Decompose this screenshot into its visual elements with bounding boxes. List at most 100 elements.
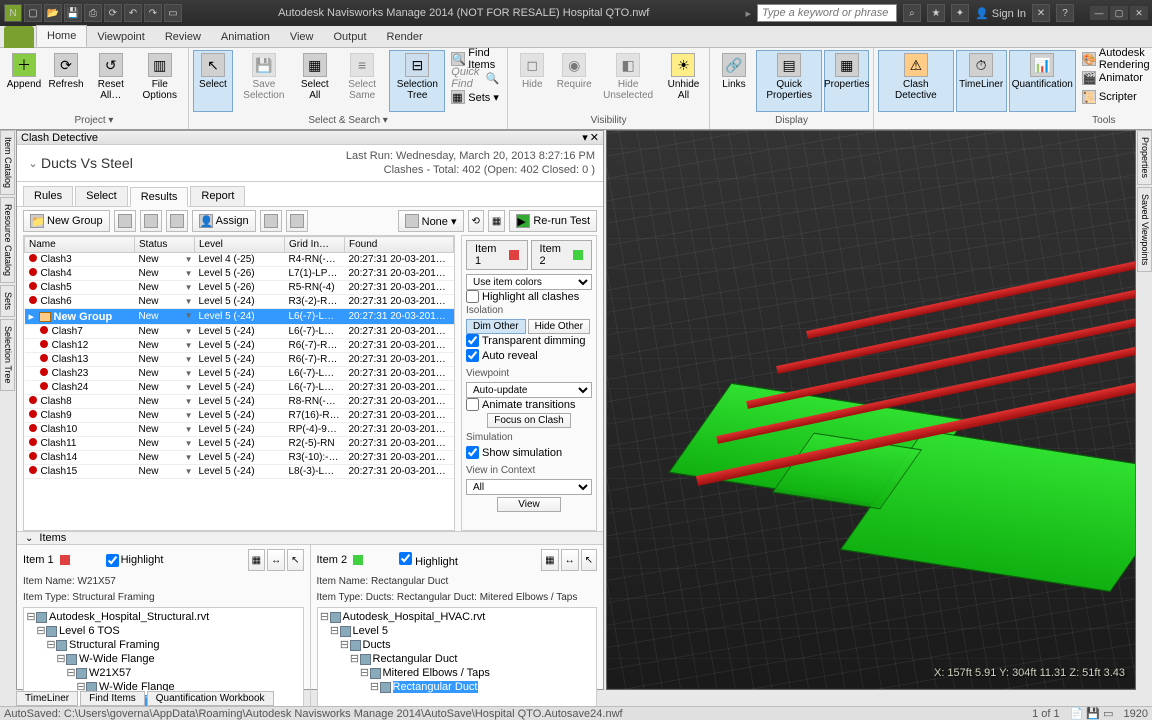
rerun-test-button[interactable]: ▶Re-run Test — [509, 210, 597, 232]
table-row[interactable]: Clash9New▼Level 5 (-24)R7(16)-R…20:27:31… — [25, 409, 454, 423]
selection-tree-button[interactable]: ⊟Selection Tree — [389, 50, 445, 112]
group-btn-1[interactable] — [114, 210, 136, 232]
table-row[interactable]: Clash14New▼Level 5 (-24)R3(-10):-…20:27:… — [25, 451, 454, 465]
group-btn-2[interactable] — [140, 210, 162, 232]
group-btn-3[interactable] — [166, 210, 188, 232]
quick-find-input[interactable]: Quick Find🔍 — [447, 69, 503, 87]
timeliner-button[interactable]: ⏱TimeLiner — [956, 50, 1007, 112]
app-menu-icon[interactable]: N — [4, 4, 22, 22]
panel-close-icon[interactable]: ✕ — [590, 131, 599, 144]
tab-animation[interactable]: Animation — [211, 27, 280, 47]
item1-highlight-checkbox[interactable] — [106, 554, 119, 567]
dock-sets[interactable]: Sets — [0, 285, 15, 317]
dock-selection-tree[interactable]: Selection Tree — [0, 319, 15, 391]
transparent-checkbox[interactable] — [466, 334, 479, 347]
filter-btn-2[interactable] — [286, 210, 308, 232]
tree-node[interactable]: ⊟Level 5 — [320, 624, 595, 638]
require-button[interactable]: ◉Require — [554, 50, 594, 112]
hide-other-button[interactable]: Hide Other — [528, 319, 590, 334]
tab-report[interactable]: Report — [190, 186, 245, 206]
hide-button[interactable]: ◻Hide — [512, 50, 552, 112]
table-row[interactable]: Clash3New▼Level 4 (-25)R4-RN(-…20:27:31 … — [25, 253, 454, 267]
dock-resource-catalog[interactable]: Resource Catalog — [0, 197, 15, 283]
undo-icon[interactable]: ↶ — [124, 4, 142, 22]
refresh-button[interactable]: ⟳Refresh — [46, 50, 86, 112]
print-icon[interactable]: ⎙ — [84, 4, 102, 22]
item1-tool-2[interactable]: ↔ — [267, 549, 285, 571]
item2-tool-3[interactable]: ↖ — [581, 549, 597, 571]
table-row[interactable]: Clash12New▼Level 5 (-24)R6(-7)-R…20:27:3… — [25, 339, 454, 353]
tree-node[interactable]: ⊟Structural Framing — [26, 638, 301, 652]
item2-tool-2[interactable]: ↔ — [561, 549, 579, 571]
autodesk-rendering-button[interactable]: 🎨Autodesk Rendering ▾ — [1078, 50, 1152, 68]
none-dropdown[interactable]: None ▾ — [398, 210, 464, 232]
reset-all-button[interactable]: ↺Reset All… — [88, 50, 134, 112]
scripter-button[interactable]: 📜Scripter — [1078, 88, 1152, 106]
nav-btn-1[interactable]: ⟲ — [468, 210, 484, 232]
item2-pill[interactable]: Item 2 — [531, 240, 593, 270]
unhide-all-button[interactable]: ☀Unhide All — [662, 50, 705, 112]
select-all-button[interactable]: ▦Select All — [295, 50, 335, 112]
close-icon[interactable]: ✕ — [1130, 6, 1148, 20]
tree-node[interactable]: ⊟Mitered Elbows / Taps — [320, 666, 595, 680]
quick-properties-button[interactable]: ▤Quick Properties — [756, 50, 822, 112]
help-icon[interactable]: ? — [1056, 4, 1074, 22]
exchange-icon[interactable]: ✕ — [1032, 4, 1050, 22]
btab-timeliner[interactable]: TimeLiner — [16, 691, 78, 706]
3d-viewport[interactable]: X: 157ft 5.91 Y: 304ft 11.31 Z: 51ft 3.4… — [606, 130, 1136, 690]
file-options-button[interactable]: ▥File Options — [136, 50, 184, 112]
dim-other-button[interactable]: Dim Other — [466, 319, 526, 334]
filter-btn-1[interactable] — [260, 210, 282, 232]
dock-saved-viewpoints[interactable]: Saved Viewpoints — [1137, 187, 1152, 272]
panel-dropdown-icon[interactable]: ▾ — [582, 131, 588, 144]
sign-in-link[interactable]: 👤 Sign In — [975, 7, 1026, 20]
append-button[interactable]: ＋Append — [4, 50, 44, 112]
tree-node[interactable]: ⊟Rectangular Duct — [320, 680, 595, 694]
tab-home[interactable]: Home — [36, 25, 87, 47]
assign-button[interactable]: 👤Assign — [192, 210, 256, 232]
save-icon[interactable]: 💾 — [64, 4, 82, 22]
links-button[interactable]: 🔗Links — [714, 50, 754, 112]
clash-detective-button[interactable]: ⚠Clash Detective — [878, 50, 953, 112]
table-row[interactable]: Clash5New▼Level 5 (-26)R5-RN(-4)20:27:31… — [25, 281, 454, 295]
redo-icon[interactable]: ↷ — [144, 4, 162, 22]
table-row[interactable]: Clash10New▼Level 5 (-24)RP(-4)-9…20:27:3… — [25, 423, 454, 437]
results-grid[interactable]: Name Status Level Grid In… Found Clash3N… — [23, 235, 455, 531]
items-expand-icon[interactable]: ⌄ — [25, 533, 33, 544]
tree-node[interactable]: ⊟Level 6 TOS — [26, 624, 301, 638]
open-icon[interactable]: 📂 — [44, 4, 62, 22]
select-same-button[interactable]: ≡Select Same — [337, 50, 388, 112]
key-icon[interactable]: ✦ — [951, 4, 969, 22]
dock-properties[interactable]: Properties — [1137, 130, 1152, 185]
use-item-colors-select[interactable]: Use item colors — [466, 274, 592, 290]
star-icon[interactable]: ★ — [927, 4, 945, 22]
table-row[interactable]: Clash23New▼Level 5 (-24)L6(-7)-L…20:27:3… — [25, 367, 454, 381]
table-row[interactable]: Clash13New▼Level 5 (-24)R6(-7)-R…20:27:3… — [25, 353, 454, 367]
table-row[interactable]: ▸New GroupNew▼Level 5 (-24)L6(-7)-L…20:2… — [25, 309, 454, 325]
item2-highlight-checkbox[interactable] — [399, 552, 412, 565]
context-select[interactable]: All — [466, 479, 592, 495]
table-row[interactable]: Clash4New▼Level 5 (-26)L7(1)-LP…20:27:31… — [25, 267, 454, 281]
minimize-icon[interactable]: — — [1090, 6, 1108, 20]
tab-results[interactable]: Results — [130, 187, 189, 207]
item1-tool-1[interactable]: ▦ — [248, 549, 265, 571]
keyword-search-input[interactable] — [757, 4, 897, 22]
tab-select[interactable]: Select — [75, 186, 128, 206]
tab-output[interactable]: Output — [324, 27, 377, 47]
highlight-all-checkbox[interactable] — [466, 290, 479, 303]
tree-node[interactable]: ⊟W21X57 — [26, 666, 301, 680]
table-row[interactable]: Clash24New▼Level 5 (-24)L6(-7)-L…20:27:3… — [25, 381, 454, 395]
table-row[interactable]: Clash11New▼Level 5 (-24)R2(-5)-RN20:27:3… — [25, 437, 454, 451]
focus-on-clash-button[interactable]: Focus on Clash — [487, 413, 570, 428]
infocenter-icon[interactable]: ⌕ — [903, 4, 921, 22]
table-row[interactable]: Clash7New▼Level 5 (-24)L6(-7)-L…20:27:31… — [25, 325, 454, 339]
hide-unselected-button[interactable]: ◧Hide Unselected — [596, 50, 660, 112]
tab-view[interactable]: View — [280, 27, 324, 47]
new-group-button[interactable]: 📁New Group — [23, 210, 110, 232]
save-selection-button[interactable]: 💾Save Selection — [235, 50, 293, 112]
tree-node[interactable]: ⊟Autodesk_Hospital_HVAC.rvt — [320, 610, 595, 624]
properties-button[interactable]: ▦Properties — [824, 50, 869, 112]
item1-tool-3[interactable]: ↖ — [287, 549, 303, 571]
tab-rules[interactable]: Rules — [23, 186, 73, 206]
auto-reveal-checkbox[interactable] — [466, 349, 479, 362]
